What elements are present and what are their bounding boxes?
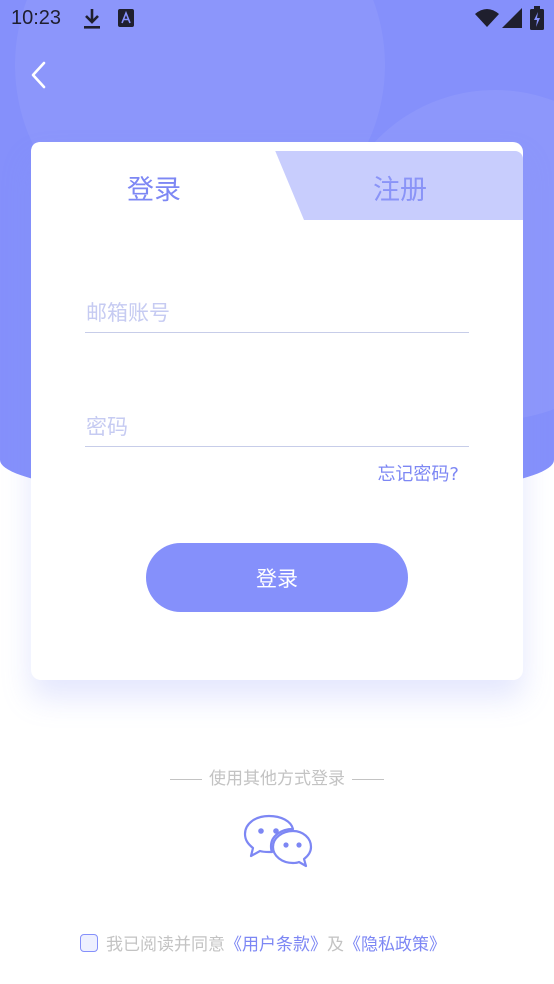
status-time: 10:23 bbox=[11, 7, 62, 29]
terms-link[interactable]: 《用户条款》 bbox=[225, 930, 327, 955]
forgot-password-link[interactable]: 忘记密码? bbox=[377, 460, 459, 486]
privacy-link[interactable]: 《隐私政策》 bbox=[344, 930, 446, 955]
agreement-row: 我已阅读并同意 《用户条款》 及 《隐私政策》 bbox=[80, 930, 446, 955]
email-field[interactable] bbox=[85, 293, 469, 333]
agreement-checkbox[interactable] bbox=[80, 933, 98, 952]
auth-card: 登录 注册 忘记密码? 登录 bbox=[31, 142, 523, 680]
back-arrow-icon[interactable] bbox=[28, 60, 52, 90]
tab-login[interactable]: 登录 bbox=[89, 168, 219, 207]
status-bar: 10:23 bbox=[0, 0, 554, 38]
wechat-icon[interactable] bbox=[243, 812, 313, 870]
font-a-icon bbox=[118, 9, 134, 27]
login-button[interactable]: 登录 bbox=[146, 543, 408, 612]
signal-icon bbox=[502, 8, 522, 28]
agreement-prefix: 我已阅读并同意 bbox=[106, 935, 225, 955]
wifi-icon bbox=[475, 9, 499, 27]
tab-register[interactable]: 注册 bbox=[335, 168, 465, 207]
divider-line bbox=[352, 778, 385, 780]
alt-login-label: 使用其他方式登录 bbox=[209, 769, 345, 789]
download-icon bbox=[84, 9, 100, 29]
divider-line bbox=[169, 778, 202, 780]
agreement-and: 及 bbox=[327, 935, 344, 955]
alt-login-divider: 使用其他方式登录 bbox=[0, 764, 554, 789]
password-field[interactable] bbox=[85, 407, 469, 447]
battery-icon bbox=[530, 6, 544, 30]
